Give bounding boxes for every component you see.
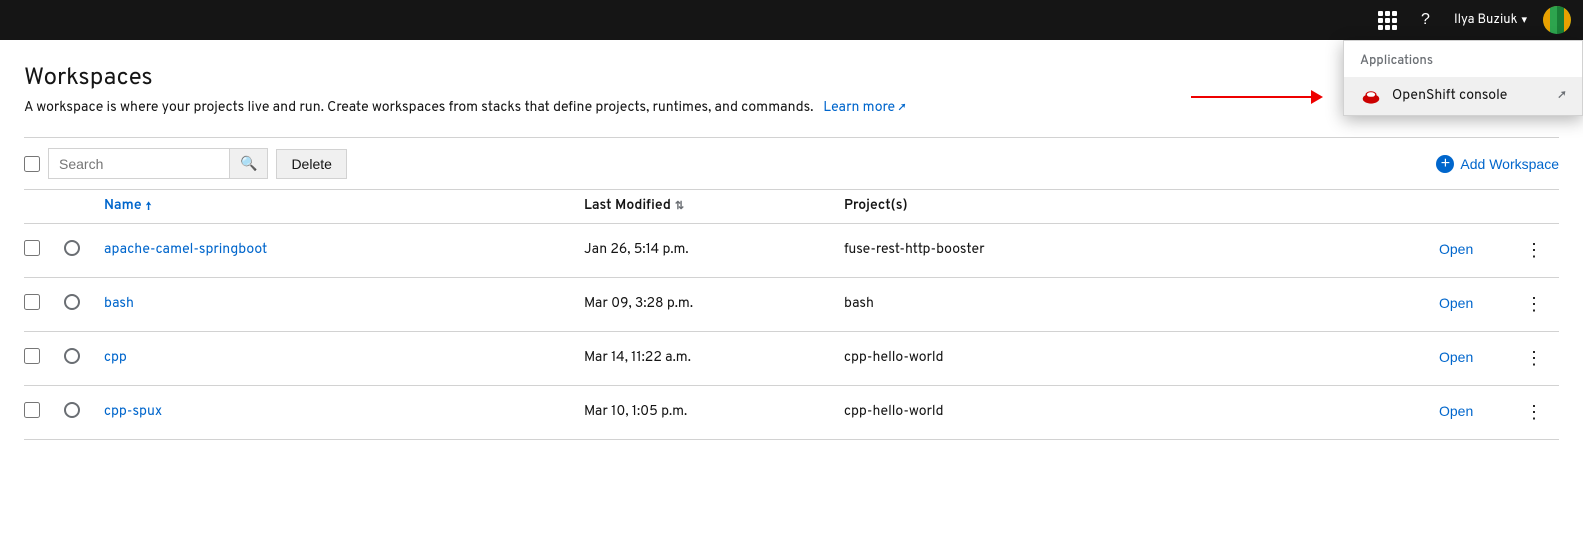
projects-col: fuse-rest-http-booster [844,242,1439,259]
row-checkbox-col [24,402,64,424]
table-rows: apache-camel-springboot Jan 26, 5:14 p.m… [24,224,1559,440]
chevron-down-icon: ▾ [1521,13,1527,28]
workspace-name-link[interactable]: bash [104,296,134,313]
open-col: Open [1439,295,1519,314]
row-checkbox[interactable] [24,348,40,364]
open-col: Open [1439,241,1519,260]
workspace-name-col: bash [104,296,584,313]
table-row: cpp Mar 14, 11:22 a.m. cpp-hello-world O… [24,332,1559,386]
status-icon [64,240,80,256]
dropdown-header: Applications [1344,41,1582,77]
top-navbar: ? Ilya Buziuk ▾ Applications OpenShift c… [0,0,1583,40]
add-workspace-button[interactable]: + Add Workspace [1436,155,1559,173]
projects-column-header: Project(s) [844,198,1439,215]
kebab-menu-button[interactable]: ⋮ [1519,292,1549,317]
row-checkbox[interactable] [24,240,40,256]
question-icon: ? [1421,11,1430,29]
projects-col: cpp-hello-world [844,350,1439,367]
status-icon [64,402,80,418]
navbar-actions: ? Ilya Buziuk ▾ [1370,6,1571,34]
redhat-icon [1360,85,1382,107]
help-button[interactable]: ? [1413,7,1438,33]
kebab-col: ⋮ [1519,346,1559,371]
row-checkbox[interactable] [24,402,40,418]
user-menu[interactable]: Ilya Buziuk ▾ [1446,8,1535,32]
grid-icon [1378,11,1397,30]
row-checkbox-col [24,240,64,262]
open-button[interactable]: Open [1439,349,1473,365]
last-modified-col: Mar 09, 3:28 p.m. [584,296,844,313]
search-input[interactable] [49,150,229,178]
select-all-checkbox[interactable] [24,156,40,172]
last-modified-col: Mar 14, 11:22 a.m. [584,350,844,367]
row-status-col [64,402,104,424]
sort-neutral-icon: ⇅ [675,199,684,214]
open-col: Open [1439,403,1519,422]
name-column-header[interactable]: Name ↑ [104,198,584,215]
workspace-name-link[interactable]: cpp-spux [104,404,162,421]
search-icon: 🔍 [240,155,257,171]
last-modified-col: Jan 26, 5:14 p.m. [584,242,844,259]
kebab-menu-button[interactable]: ⋮ [1519,400,1549,425]
row-checkbox-col [24,294,64,316]
open-button[interactable]: Open [1439,403,1473,419]
kebab-col: ⋮ [1519,238,1559,263]
toolbar-left: 🔍 Delete [24,148,347,179]
last-modified-col: Mar 10, 1:05 p.m. [584,404,844,421]
open-col: Open [1439,349,1519,368]
workspace-name-link[interactable]: cpp [104,350,127,367]
openshift-console-label: OpenShift console [1392,88,1507,105]
learn-more-link[interactable]: Learn more ↗ [820,100,906,117]
page-description: A workspace is where your projects live … [24,100,1559,117]
open-button[interactable]: Open [1439,295,1473,311]
table-header: Name ↑ Last Modified ⇅ Project(s) [24,189,1559,224]
grid-menu-button[interactable] [1370,7,1405,34]
arrow-head [1311,90,1323,104]
page-title: Workspaces [24,64,1559,94]
status-icon [64,294,80,310]
row-status-col [64,240,104,262]
kebab-menu-button[interactable]: ⋮ [1519,238,1549,263]
projects-col: bash [844,296,1439,313]
arrow-line [1191,96,1311,98]
row-status-col [64,348,104,370]
external-link-icon: ↗ [1558,88,1566,104]
row-checkbox-col [24,348,64,370]
workspace-name-col: apache-camel-springboot [104,242,584,259]
table-row: bash Mar 09, 3:28 p.m. bash Open ⋮ [24,278,1559,332]
external-link-icon: ↗ [898,100,905,116]
last-modified-column-header: Last Modified ⇅ [584,198,844,215]
row-status-col [64,294,104,316]
search-button[interactable]: 🔍 [229,149,267,178]
delete-button[interactable]: Delete [276,149,346,179]
open-button[interactable]: Open [1439,241,1473,257]
username-label: Ilya Buziuk [1454,12,1518,28]
kebab-menu-button[interactable]: ⋮ [1519,346,1549,371]
toolbar: 🔍 Delete + Add Workspace [24,137,1559,189]
row-checkbox[interactable] [24,294,40,310]
status-icon [64,348,80,364]
avatar-image [1543,6,1571,34]
table-row: apache-camel-springboot Jan 26, 5:14 p.m… [24,224,1559,278]
workspace-name-link[interactable]: apache-camel-springboot [104,242,267,259]
applications-dropdown: Applications OpenShift console ↗ [1343,40,1583,116]
kebab-col: ⋮ [1519,400,1559,425]
red-arrow-decoration [1191,90,1323,104]
projects-col: cpp-hello-world [844,404,1439,421]
kebab-col: ⋮ [1519,292,1559,317]
workspace-name-col: cpp [104,350,584,367]
avatar[interactable] [1543,6,1571,34]
search-box: 🔍 [48,148,268,179]
openshift-console-item[interactable]: OpenShift console ↗ [1344,77,1582,115]
sort-ascending-icon: ↑ [146,199,152,215]
table-row: cpp-spux Mar 10, 1:05 p.m. cpp-hello-wor… [24,386,1559,440]
plus-circle-icon: + [1436,155,1454,173]
workspace-name-col: cpp-spux [104,404,584,421]
